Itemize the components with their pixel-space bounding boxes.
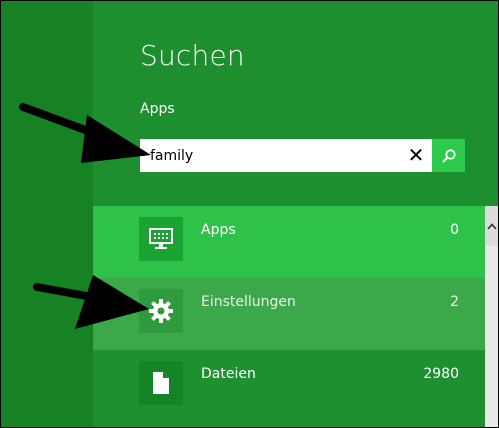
clear-search-button[interactable]: ✕	[405, 144, 427, 166]
result-row-apps[interactable]: Apps 0	[93, 206, 485, 278]
file-icon	[139, 361, 183, 405]
chevron-up-icon	[486, 222, 497, 230]
result-row-dateien[interactable]: Dateien 2980	[93, 350, 485, 422]
scroll-up-button[interactable]	[485, 206, 498, 246]
result-count: 2980	[423, 366, 459, 382]
search-input[interactable]	[140, 139, 390, 172]
annotation-arrow-icon	[33, 275, 149, 329]
search-button[interactable]	[432, 139, 465, 172]
desktop-app-icon	[139, 217, 183, 261]
pane-title: Suchen	[140, 39, 245, 72]
result-label: Dateien	[201, 366, 256, 382]
result-label: Einstellungen	[201, 294, 296, 310]
search-pane: Suchen Apps ✕	[93, 1, 498, 427]
result-label: Apps	[201, 222, 236, 238]
background-strip	[1, 1, 93, 427]
annotation-arrow-icon	[19, 103, 151, 163]
scrollbar[interactable]	[485, 206, 498, 427]
search-icon	[441, 148, 456, 163]
close-icon: ✕	[407, 143, 425, 167]
result-count: 2	[450, 294, 459, 310]
result-count: 0	[450, 222, 459, 238]
search-box: ✕	[140, 139, 465, 172]
window: Suchen Apps ✕	[0, 0, 499, 428]
